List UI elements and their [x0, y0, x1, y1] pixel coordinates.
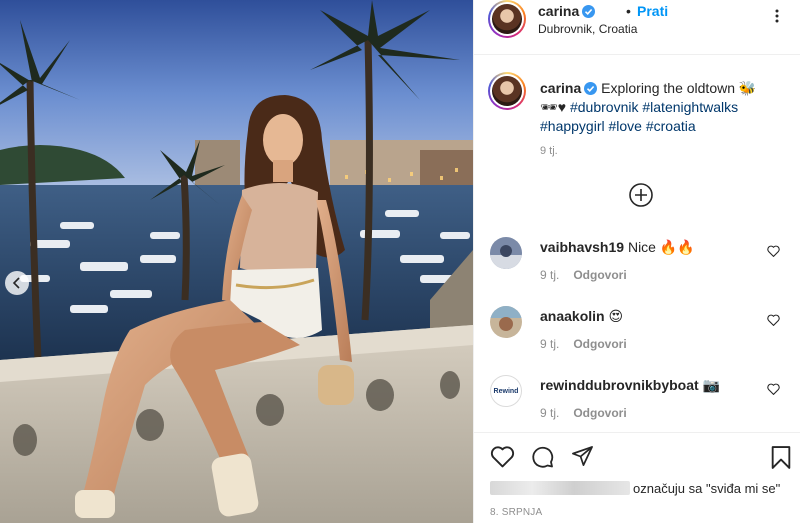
comment-timestamp[interactable]: 9 tj.	[540, 337, 559, 351]
comment-text: rewinddubrovnikbyboat 📷	[540, 377, 720, 394]
comment-body: 😍	[608, 308, 624, 324]
avatar[interactable]	[488, 0, 526, 38]
post-header: carina • Prati Dubrovnik, Croatia	[474, 0, 800, 55]
like-heart-icon[interactable]	[490, 445, 515, 468]
hashtag-link[interactable]: #latenightwalks	[642, 99, 738, 115]
bee-emoji: 🐝	[738, 80, 757, 96]
separator-dot: •	[626, 3, 631, 19]
hashtag-link[interactable]: #croatia	[646, 118, 696, 134]
caption-timestamp[interactable]: 9 tj.	[540, 145, 558, 157]
post-actions: označuju sa "sviđa mi se" 8. SRPNJA	[474, 432, 800, 523]
follow-button[interactable]: Prati	[637, 3, 668, 19]
save-icon[interactable]	[770, 445, 792, 470]
post-details-panel: carina • Prati Dubrovnik, Croatia carina…	[473, 0, 800, 523]
reply-button[interactable]: Odgovori	[573, 406, 626, 420]
share-icon[interactable]	[570, 445, 595, 468]
comment-timestamp[interactable]: 9 tj.	[540, 406, 559, 420]
comment-item: anaakolin 😍 9 tj. Odgovori	[474, 306, 800, 372]
verified-badge-icon	[584, 82, 598, 95]
comment-body: 📷	[702, 377, 721, 393]
hashtag-link[interactable]: #happygirl	[540, 118, 605, 134]
heart-icon[interactable]	[767, 383, 780, 395]
comment-username[interactable]: rewinddubrovnikbyboat	[540, 377, 699, 393]
sunglasses-heart-emoji: 🕶♥	[540, 99, 567, 115]
caption-username[interactable]: carina	[540, 80, 581, 96]
comment-body: Nice 🔥🔥	[627, 239, 695, 255]
hashtag-link[interactable]: #love	[609, 118, 642, 134]
comment-meta: 9 tj. Odgovori	[540, 337, 627, 351]
likes-text[interactable]: označuju sa "sviđa mi se"	[633, 481, 780, 496]
post-caption: carina Exploring the oldtown 🐝 🕶♥ #dubro…	[540, 79, 785, 136]
blurred-likers	[490, 481, 630, 495]
author-username[interactable]: carina	[538, 3, 596, 19]
comment-text: anaakolin 😍	[540, 308, 623, 325]
comment-text: vaibhavsh19 Nice 🔥🔥	[540, 239, 695, 256]
load-more-icon[interactable]	[628, 182, 654, 208]
location-link[interactable]: Dubrovnik, Croatia	[538, 22, 637, 36]
carousel-prev-button[interactable]	[5, 271, 29, 295]
post-photo[interactable]	[0, 0, 473, 523]
avatar[interactable]: Rewind	[490, 375, 522, 407]
caption-avatar[interactable]	[488, 72, 526, 110]
hashtag-link[interactable]: #dubrovnik	[570, 99, 639, 115]
comment-meta: 9 tj. Odgovori	[540, 406, 627, 420]
carousel-prev-icon	[12, 277, 20, 289]
post-image	[0, 0, 473, 523]
more-options-icon[interactable]	[769, 8, 785, 24]
comment-icon[interactable]	[530, 445, 555, 469]
reply-button[interactable]: Odgovori	[573, 337, 626, 351]
comment-meta: 9 tj. Odgovori	[540, 268, 627, 282]
heart-icon[interactable]	[767, 245, 780, 257]
comment-item: vaibhavsh19 Nice 🔥🔥 9 tj. Odgovori	[474, 237, 800, 303]
caption-text: Exploring the oldtown	[601, 80, 736, 96]
post-date[interactable]: 8. SRPNJA	[490, 507, 542, 518]
comment-username[interactable]: anaakolin	[540, 308, 605, 324]
avatar[interactable]	[490, 306, 522, 338]
reply-button[interactable]: Odgovori	[573, 268, 626, 282]
verified-badge-icon	[582, 5, 596, 18]
avatar[interactable]	[490, 237, 522, 269]
comment-timestamp[interactable]: 9 tj.	[540, 268, 559, 282]
likes-summary[interactable]: označuju sa "sviđa mi se"	[490, 480, 780, 496]
comment-username[interactable]: vaibhavsh19	[540, 239, 624, 255]
avatar-logo-text: Rewind	[493, 387, 519, 395]
heart-icon[interactable]	[767, 314, 780, 326]
